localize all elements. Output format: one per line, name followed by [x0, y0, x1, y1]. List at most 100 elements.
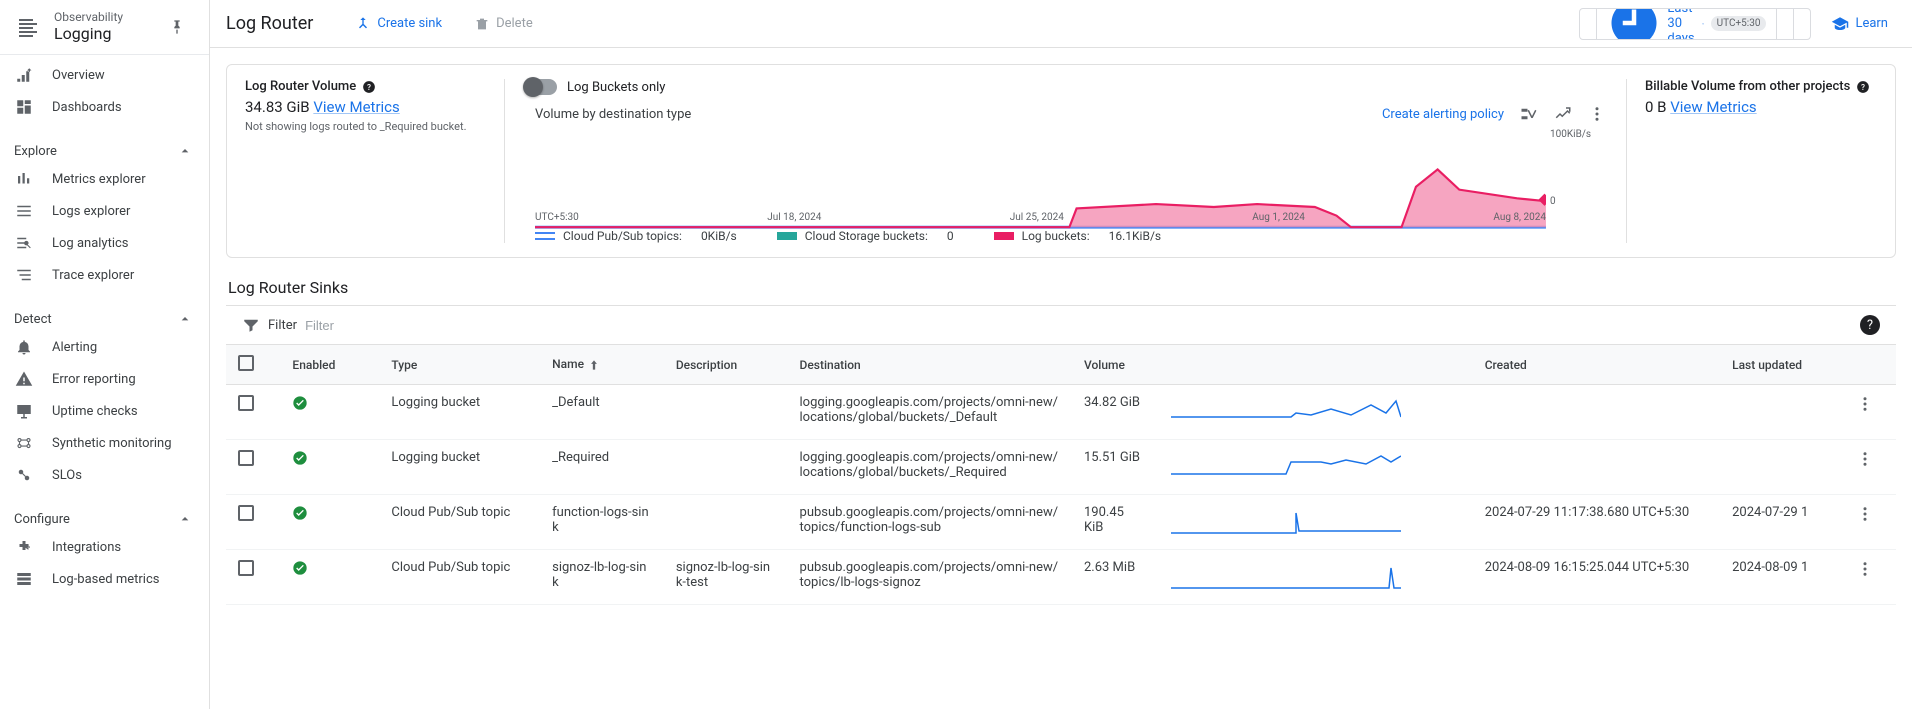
- sidebar-item-synthetic-monitoring[interactable]: Synthetic monitoring: [0, 427, 209, 459]
- help-icon[interactable]: ?: [362, 80, 376, 94]
- chevron-up-icon: [177, 143, 193, 159]
- filter-bar: Filter ?: [226, 305, 1896, 345]
- pin-icon[interactable]: [161, 11, 193, 43]
- enabled-check-icon: [292, 505, 308, 521]
- page-title: Log Router: [226, 13, 313, 34]
- column-name[interactable]: Name: [540, 345, 664, 385]
- row-menu-icon[interactable]: [1856, 505, 1874, 523]
- error-icon: [14, 369, 34, 389]
- summary-volume-panel: Log Router Volume ? 34.83 GiB View Metri…: [245, 79, 505, 243]
- timezone-badge: UTC+5:30: [1711, 16, 1767, 31]
- sidebar-item-trace-explorer[interactable]: Trace explorer: [0, 259, 209, 291]
- delete-button: Delete: [464, 8, 543, 40]
- sidebar-item-metrics-explorer[interactable]: Metrics explorer: [0, 163, 209, 195]
- cell-type: Logging bucket: [379, 440, 540, 495]
- view-metrics-link[interactable]: View Metrics: [313, 98, 399, 116]
- slo-icon: [14, 465, 34, 485]
- column-description[interactable]: Description: [664, 345, 788, 385]
- sidebar-item-uptime-checks[interactable]: Uptime checks: [0, 395, 209, 427]
- cell-volume: 2.63 MiB: [1072, 550, 1159, 605]
- sidebar-item-overview[interactable]: Overview: [0, 59, 209, 91]
- more-vert-icon[interactable]: [1588, 105, 1606, 123]
- table-row: Logging bucket_Defaultlogging.googleapis…: [226, 385, 1896, 440]
- sidebar-section-detect[interactable]: Detect: [0, 299, 209, 331]
- sidebar-item-integrations[interactable]: Integrations: [0, 531, 209, 563]
- learn-button[interactable]: Learn: [1823, 15, 1896, 33]
- table-row: Cloud Pub/Sub topicfunction-logs-sinkpub…: [226, 495, 1896, 550]
- toggle-label: Log Buckets only: [567, 80, 665, 95]
- sidebar-item-alerting[interactable]: Alerting: [0, 331, 209, 363]
- svg-text:?: ?: [1861, 81, 1865, 91]
- sidebar-header: Observability Logging: [0, 0, 209, 55]
- cell-volume: 15.51 GiB: [1072, 440, 1159, 495]
- row-checkbox[interactable]: [238, 450, 254, 466]
- filter-input[interactable]: [305, 318, 1852, 333]
- sinks-table: Enabled Type Name Description Destinatio…: [226, 345, 1896, 605]
- filter-help-icon[interactable]: ?: [1860, 315, 1880, 335]
- create-alerting-policy-link[interactable]: Create alerting policy: [1382, 107, 1504, 122]
- table-row: Logging bucket_Requiredlogging.googleapi…: [226, 440, 1896, 495]
- sidebar-item-log-based-metrics[interactable]: Log-based metrics: [0, 563, 209, 595]
- cell-destination: pubsub.googleapis.com/projects/omni-new/…: [788, 550, 1072, 605]
- cell-created: [1473, 440, 1720, 495]
- bar-chart-icon: [14, 169, 34, 189]
- row-checkbox[interactable]: [238, 505, 254, 521]
- enabled-check-icon: [292, 395, 308, 411]
- sidebar-item-dashboards[interactable]: Dashboards: [0, 91, 209, 123]
- view-metrics-link-billable[interactable]: View Metrics: [1670, 98, 1756, 116]
- cell-updated: [1720, 440, 1844, 495]
- row-menu-icon[interactable]: [1856, 450, 1874, 468]
- sidebar-section-explore[interactable]: Explore: [0, 131, 209, 163]
- sidebar-item-logs-explorer[interactable]: Logs explorer: [0, 195, 209, 227]
- legend-pubsub: Cloud Pub/Sub topics: 0KiB/s: [535, 229, 737, 243]
- list-icon: [14, 201, 34, 221]
- column-destination[interactable]: Destination: [788, 345, 1072, 385]
- row-checkbox[interactable]: [238, 560, 254, 576]
- legend-buckets: Log buckets: 16.1KiB/s: [994, 229, 1161, 243]
- sinks-title: Log Router Sinks: [228, 278, 1894, 297]
- cell-created: [1473, 385, 1720, 440]
- row-menu-icon[interactable]: [1856, 560, 1874, 578]
- expand-chart-icon[interactable]: [1554, 105, 1572, 123]
- cell-description: [664, 495, 788, 550]
- cell-description: [664, 385, 788, 440]
- sort-asc-icon: [587, 358, 601, 372]
- help-icon[interactable]: ?: [1856, 80, 1870, 94]
- column-volume[interactable]: Volume: [1072, 345, 1159, 385]
- sidebar-item-error-reporting[interactable]: Error reporting: [0, 363, 209, 395]
- column-last-updated[interactable]: Last updated: [1720, 345, 1844, 385]
- product-suptitle: Observability: [54, 10, 161, 24]
- legend-toggle-icon[interactable]: [1520, 105, 1538, 123]
- select-all-checkbox[interactable]: [238, 355, 254, 371]
- table-row: Cloud Pub/Sub topicsignoz-lb-log-sinksig…: [226, 550, 1896, 605]
- logging-logo-icon: [14, 13, 42, 41]
- monitor-icon: [14, 401, 34, 421]
- sidebar-label-dashboards: Dashboards: [52, 100, 122, 115]
- cell-name: signoz-lb-log-sink: [540, 550, 664, 605]
- cell-updated: 2024-08-09 1: [1720, 550, 1844, 605]
- create-sink-button[interactable]: Create sink: [345, 8, 452, 40]
- summary-volume-title: Log Router Volume: [245, 79, 356, 94]
- content: Log Router Volume ? 34.83 GiB View Metri…: [210, 48, 1912, 709]
- time-prev-button[interactable]: [1580, 9, 1596, 39]
- overview-icon: [14, 65, 34, 85]
- column-enabled[interactable]: Enabled: [280, 345, 379, 385]
- column-type[interactable]: Type: [379, 345, 540, 385]
- time-zoom-button[interactable]: [1776, 9, 1793, 39]
- column-created[interactable]: Created: [1473, 345, 1720, 385]
- time-next-button[interactable]: [1793, 9, 1810, 39]
- sidebar-item-slos[interactable]: SLOs: [0, 459, 209, 491]
- summary-volume-note: Not showing logs routed to _Required buc…: [245, 120, 488, 133]
- sidebar-item-log-analytics[interactable]: Log analytics: [0, 227, 209, 259]
- cell-destination: logging.googleapis.com/projects/omni-new…: [788, 385, 1072, 440]
- time-range-button[interactable]: Last 30 days UTC+5:30: [1596, 9, 1776, 39]
- row-menu-icon[interactable]: [1856, 395, 1874, 413]
- cell-description: signoz-lb-log-sink-test: [664, 550, 788, 605]
- sidebar-section-configure[interactable]: Configure: [0, 499, 209, 531]
- chart-title: Volume by destination type: [535, 107, 691, 122]
- dashboards-icon: [14, 97, 34, 117]
- summary-billable-panel: Billable Volume from other projects ? 0 …: [1627, 79, 1877, 243]
- row-checkbox[interactable]: [238, 395, 254, 411]
- log-buckets-only-toggle[interactable]: [525, 79, 557, 95]
- cell-updated: [1720, 385, 1844, 440]
